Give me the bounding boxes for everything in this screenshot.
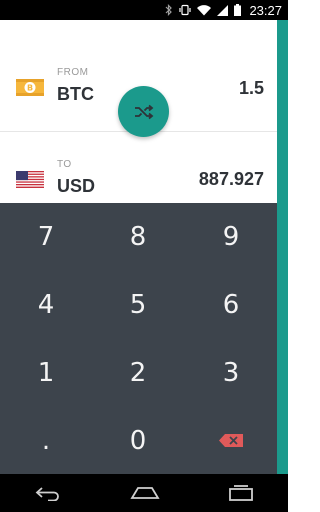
key-6[interactable]: 6 bbox=[185, 271, 277, 338]
key-8[interactable]: 8 bbox=[92, 203, 184, 270]
status-time: 23:27 bbox=[249, 2, 282, 18]
key-1[interactable]: 1 bbox=[0, 339, 92, 406]
bluetooth-icon bbox=[165, 4, 173, 16]
key-5[interactable]: 5 bbox=[92, 271, 184, 338]
us-flag-icon bbox=[16, 171, 44, 188]
key-4[interactable]: 4 bbox=[0, 271, 92, 338]
svg-text:B: B bbox=[27, 84, 33, 93]
bitcoin-flag-icon: B bbox=[16, 79, 44, 96]
from-currency-code: BTC bbox=[57, 84, 94, 104]
key-decimal[interactable]: . bbox=[0, 407, 92, 474]
backspace-icon bbox=[219, 434, 243, 447]
from-amount[interactable]: 1.5 bbox=[239, 78, 264, 99]
to-amount[interactable]: 887.927 bbox=[199, 169, 264, 190]
key-7[interactable]: 7 bbox=[0, 203, 92, 270]
key-0[interactable]: 0 bbox=[92, 407, 184, 474]
from-label: FROM bbox=[57, 67, 89, 78]
backspace-button[interactable] bbox=[185, 407, 277, 474]
swap-currencies-button[interactable] bbox=[118, 86, 169, 137]
recents-icon[interactable] bbox=[228, 485, 254, 501]
back-icon[interactable] bbox=[34, 485, 62, 501]
home-icon[interactable] bbox=[130, 486, 160, 500]
key-9[interactable]: 9 bbox=[185, 203, 277, 270]
to-currency-code: USD bbox=[57, 176, 96, 196]
signal-icon bbox=[217, 4, 229, 16]
status-bar: 23:27 bbox=[0, 0, 288, 20]
key-3[interactable]: 3 bbox=[185, 339, 277, 406]
numeric-keypad: 7 8 9 4 5 6 1 2 3 . 0 bbox=[0, 203, 277, 474]
key-2[interactable]: 2 bbox=[92, 339, 184, 406]
navigation-bar bbox=[0, 474, 288, 512]
side-accent-strip bbox=[277, 20, 288, 474]
battery-icon bbox=[234, 4, 242, 16]
to-label: TO bbox=[57, 159, 72, 170]
wifi-icon bbox=[197, 4, 212, 16]
shuffle-icon bbox=[134, 104, 153, 119]
status-icons: 23:27 bbox=[165, 0, 282, 20]
vibrate-icon bbox=[179, 4, 192, 16]
